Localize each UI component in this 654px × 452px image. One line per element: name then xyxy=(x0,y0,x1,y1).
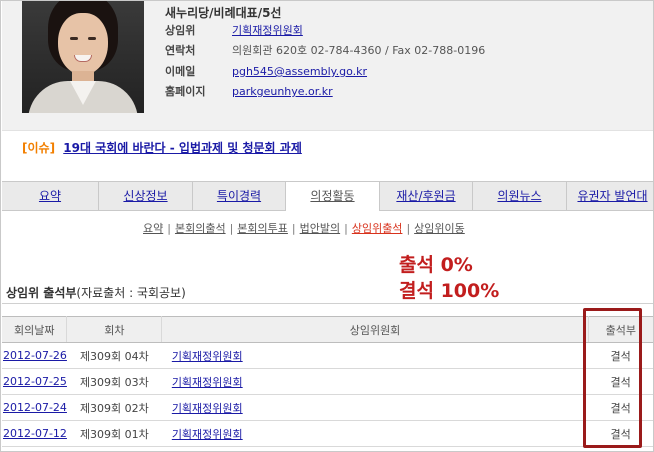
main-tabs: 요약 신상정보 특이경력 의정활동 재산/후원금 의원뉴스 유권자 발언대 xyxy=(2,181,653,211)
table-row: 2012-07-25 제309회 03차 기획재정위원회 결석 xyxy=(2,368,653,395)
committee-link[interactable]: 기획재정위원회 xyxy=(172,376,243,389)
tab-voter-forum[interactable]: 유권자 발언대 xyxy=(567,182,653,210)
table-row: 2012-07-12 제309회 01차 기획재정위원회 결석 xyxy=(2,420,653,447)
session-cell: 제309회 04차 xyxy=(66,342,162,369)
sub-navigation: 요약 | 본회의출석 | 본회의투표 | 법안발의 | 상임위출석 | 상임위이동 xyxy=(143,220,465,236)
issue-banner: [이슈] 19대 국회에 바란다 - 입법과제 및 청문회 과제 xyxy=(22,139,302,156)
subnav-committee-move[interactable]: 상임위이동 xyxy=(414,222,465,235)
tab-news[interactable]: 의원뉴스 xyxy=(473,182,567,210)
contact-value: 의원회관 620호 02-784-4360 / Fax 02-788-0196 xyxy=(232,44,486,57)
email-link[interactable]: pgh545@assembly.go.kr xyxy=(232,64,367,80)
session-cell: 제309회 01차 xyxy=(66,420,162,447)
date-link[interactable]: 2012-07-12 xyxy=(3,427,67,440)
section-divider xyxy=(2,303,653,304)
homepage-link[interactable]: parkgeunhye.or.kr xyxy=(232,84,333,100)
info-label: 상임위 xyxy=(165,24,196,37)
separator: | xyxy=(291,222,296,235)
committee-link[interactable]: 기획재정위원회 xyxy=(172,402,243,415)
page-frame: 새누리당/비례대표/5선 상임위 기획재정위원회 연락처 의원회관 620호 0… xyxy=(0,0,654,452)
session-cell: 제309회 03차 xyxy=(66,368,162,395)
table-row: 2012-07-26 제309회 04차 기획재정위원회 결석 xyxy=(2,342,653,369)
table-header-row: 회의날짜 회차 상임위원회 출석부 xyxy=(2,316,653,343)
subnav-plenary-attendance[interactable]: 본회의출석 xyxy=(175,222,226,235)
profile-card: 새누리당/비례대표/5선 상임위 기획재정위원회 연락처 의원회관 620호 0… xyxy=(2,1,653,131)
subnav-plenary-vote[interactable]: 본회의투표 xyxy=(237,222,288,235)
info-label: 홈페이지 xyxy=(165,85,206,98)
subnav-committee-attendance[interactable]: 상임위출석 xyxy=(352,222,403,235)
separator: | xyxy=(406,222,411,235)
tab-assets[interactable]: 재산/후원금 xyxy=(380,182,473,210)
separator: | xyxy=(229,222,234,235)
header-date: 회의날짜 xyxy=(2,316,68,343)
subnav-bills[interactable]: 법안발의 xyxy=(300,222,340,235)
separator: | xyxy=(167,222,171,235)
session-cell: 제309회 02차 xyxy=(66,394,162,421)
info-label: 연락처 xyxy=(165,44,196,57)
party-info: 새누리당/비례대표/5선 xyxy=(165,6,282,20)
issue-link[interactable]: 19대 국회에 바란다 - 입법과제 및 청문회 과제 xyxy=(63,141,302,155)
tab-summary[interactable]: 요약 xyxy=(2,182,99,210)
subnav-summary[interactable]: 요약 xyxy=(143,222,163,235)
annotation-absence: 결석 100% xyxy=(399,280,500,302)
date-link[interactable]: 2012-07-26 xyxy=(3,349,67,362)
date-link[interactable]: 2012-07-25 xyxy=(3,375,67,388)
info-label: 이메일 xyxy=(165,65,196,78)
attendance-highlight-box xyxy=(583,308,642,448)
header-session: 회차 xyxy=(66,316,163,343)
section-title: 상임위 출석부 xyxy=(6,286,77,300)
attendance-table: 회의날짜 회차 상임위원회 출석부 2012-07-26 제309회 04차 기… xyxy=(2,316,653,447)
date-link[interactable]: 2012-07-24 xyxy=(3,401,67,414)
section-source: (자료출처 : 국회공보) xyxy=(76,286,186,300)
tab-activity[interactable]: 의정활동 xyxy=(286,182,380,211)
committee-link[interactable]: 기획재정위원회 xyxy=(172,350,243,363)
profile-photo xyxy=(22,1,144,113)
annotation-attendance: 출석 0% xyxy=(399,254,473,276)
table-row: 2012-07-24 제309회 02차 기획재정위원회 결석 xyxy=(2,394,653,421)
tab-personal-info[interactable]: 신상정보 xyxy=(99,182,193,210)
tab-career[interactable]: 특이경력 xyxy=(193,182,286,210)
committee-link[interactable]: 기획재정위원회 xyxy=(232,23,303,39)
separator: | xyxy=(344,222,348,235)
committee-link[interactable]: 기획재정위원회 xyxy=(172,428,243,441)
header-committee: 상임위원회 xyxy=(161,316,589,343)
issue-tag: [이슈] xyxy=(22,141,56,155)
section-heading: 상임위 출석부(자료출처 : 국회공보) xyxy=(6,284,186,301)
